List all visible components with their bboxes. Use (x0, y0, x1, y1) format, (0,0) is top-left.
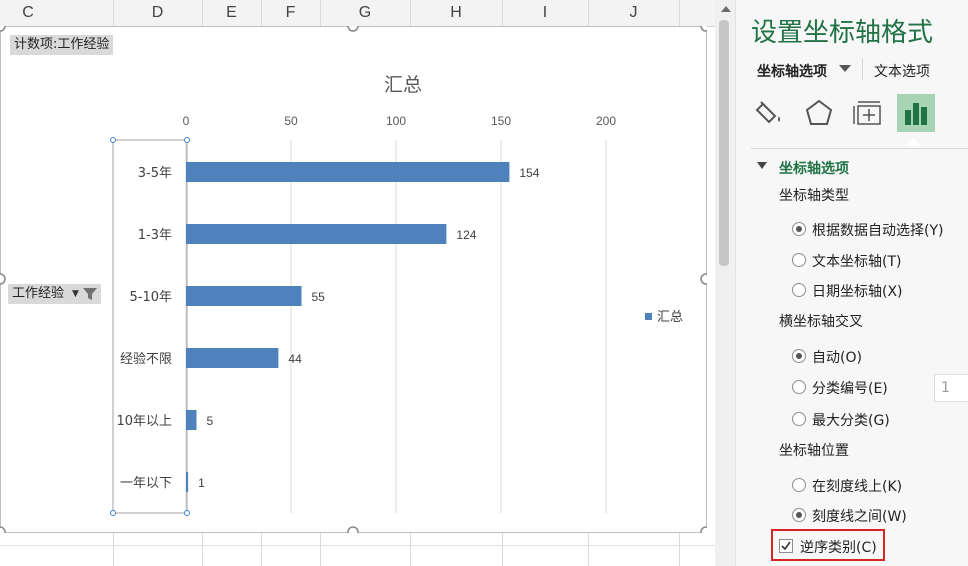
category-number-input[interactable]: 1 (934, 374, 968, 402)
option-on-tick-marks[interactable]: 在刻度线上(K) (812, 476, 902, 496)
chart-title: 汇总 (384, 74, 422, 96)
category-axis-selection (112, 139, 188, 514)
data-label: 1 (198, 476, 205, 490)
axis-selection-handle (184, 510, 190, 516)
tab-text-options[interactable]: 文本选项 (874, 61, 930, 81)
category-label: 5-10年 (129, 290, 172, 305)
x-tick-label: 150 (491, 114, 511, 128)
data-label: 154 (519, 166, 539, 180)
option-cross-auto[interactable]: 自动(O) (812, 347, 862, 367)
chart-resize-handle (700, 26, 707, 32)
tab-axis-options[interactable]: 坐标轴选项 (757, 61, 827, 81)
column-header-j[interactable]: J (588, 0, 679, 26)
x-tick-label: 200 (596, 114, 616, 128)
legend-swatch (645, 313, 652, 320)
category-label: 经验不限 (120, 351, 172, 367)
column-header-bar: C D E F G H I J (0, 0, 715, 27)
chart-resize-handle (0, 273, 6, 285)
option-date-axis[interactable]: 日期坐标轴(X) (812, 281, 903, 301)
vertical-scrollbar[interactable] (715, 0, 735, 566)
scroll-up-arrow-icon[interactable] (721, 6, 731, 12)
scrollbar-thumb[interactable] (719, 20, 729, 266)
worksheet-grid[interactable]: C D E F G H I J 0 50 100 150 200 汇总 3-5年 154 1-3… (0, 0, 715, 566)
data-label: 5 (207, 414, 214, 428)
radio-max-category[interactable] (792, 412, 806, 426)
legend-label: 汇总 (657, 310, 683, 325)
x-tick-label: 50 (284, 114, 298, 128)
cross-label: 横坐标轴交叉 (779, 314, 863, 330)
bar (186, 162, 510, 182)
x-tick-label: 0 (183, 114, 190, 128)
collapse-triangle-icon[interactable] (757, 162, 767, 169)
chart-resize-handle (347, 526, 359, 533)
effects-pentagon-icon[interactable] (800, 94, 838, 132)
tab-dropdown-icon[interactable] (839, 65, 851, 72)
column-header-g[interactable]: G (320, 0, 410, 26)
bar (186, 286, 302, 306)
size-properties-icon[interactable] (849, 94, 887, 132)
bar (186, 224, 447, 244)
axis-type-label: 坐标轴类型 (779, 188, 849, 204)
bar (186, 410, 197, 430)
pivot-bar-chart[interactable]: 0 50 100 150 200 汇总 3-5年 154 1-3年 124 5-10年 55 经验不限 4… (0, 26, 707, 533)
filter-icon (83, 288, 97, 300)
data-label: 124 (456, 228, 476, 242)
column-header-d[interactable]: D (113, 0, 202, 26)
axis-selection-handle (184, 137, 190, 143)
chart-resize-handle (347, 26, 359, 32)
radio-auto-select[interactable] (792, 222, 806, 236)
option-category-number[interactable]: 分类编号(E) (812, 378, 888, 398)
column-header-c[interactable]: C (0, 0, 56, 26)
pivot-row-field-button[interactable]: 工作经验 ▼ (8, 284, 101, 304)
radio-date-axis[interactable] (792, 283, 806, 297)
fill-line-icon[interactable] (751, 94, 789, 132)
chart-resize-handle (0, 526, 6, 533)
row-field-label: 工作经验 (12, 286, 65, 301)
column-header-e[interactable]: E (202, 0, 261, 26)
bar (186, 472, 189, 492)
column-header-i[interactable]: I (502, 0, 588, 26)
column-header-h[interactable]: H (410, 0, 502, 26)
axis-selection-handle (110, 510, 116, 516)
bar (186, 348, 279, 368)
radio-on-tick-marks[interactable] (792, 478, 806, 492)
pane-title: 设置坐标轴格式 (751, 18, 934, 48)
axis-options-bar-chart-icon[interactable] (897, 94, 935, 132)
category-label: 一年以下 (120, 476, 172, 491)
radio-text-axis[interactable] (792, 253, 806, 267)
option-max-category[interactable]: 最大分类(G) (812, 410, 890, 430)
data-label: 55 (312, 290, 326, 304)
radio-cross-auto[interactable] (792, 349, 806, 363)
x-tick-label: 100 (386, 114, 406, 128)
category-label: 3-5年 (138, 166, 172, 181)
axis-position-label: 坐标轴位置 (779, 443, 849, 459)
format-axis-pane: 设置坐标轴格式 坐标轴选项 文本选项 坐标轴选项 坐标轴类型 根据数据自动选择(… (735, 0, 968, 566)
chart-resize-handle (700, 526, 707, 533)
option-text-axis[interactable]: 文本坐标轴(T) (812, 251, 901, 271)
category-label: 10年以上 (116, 414, 172, 429)
option-between-tick-marks[interactable]: 刻度线之间(W) (812, 506, 907, 526)
option-auto-select[interactable]: 根据数据自动选择(Y) (812, 220, 943, 240)
chart-area[interactable]: 0 50 100 150 200 汇总 3-5年 154 1-3年 124 5-10年 55 经验不限 4… (0, 26, 707, 533)
dropdown-arrow-icon: ▼ (72, 289, 79, 299)
pivot-value-field-button[interactable]: 计数项:工作经验 (10, 35, 114, 55)
radio-category-number[interactable] (792, 380, 806, 394)
chart-frame (0, 26, 707, 533)
chart-resize-handle (700, 273, 707, 285)
section-axis-options[interactable]: 坐标轴选项 (779, 158, 849, 178)
axis-selection-handle (110, 137, 116, 143)
radio-between-tick-marks[interactable] (792, 508, 806, 522)
category-label: 1-3年 (138, 228, 172, 243)
highlight-box (771, 529, 885, 561)
column-header-f[interactable]: F (261, 0, 320, 26)
data-label: 44 (288, 352, 302, 366)
chart-resize-handle (0, 26, 6, 32)
